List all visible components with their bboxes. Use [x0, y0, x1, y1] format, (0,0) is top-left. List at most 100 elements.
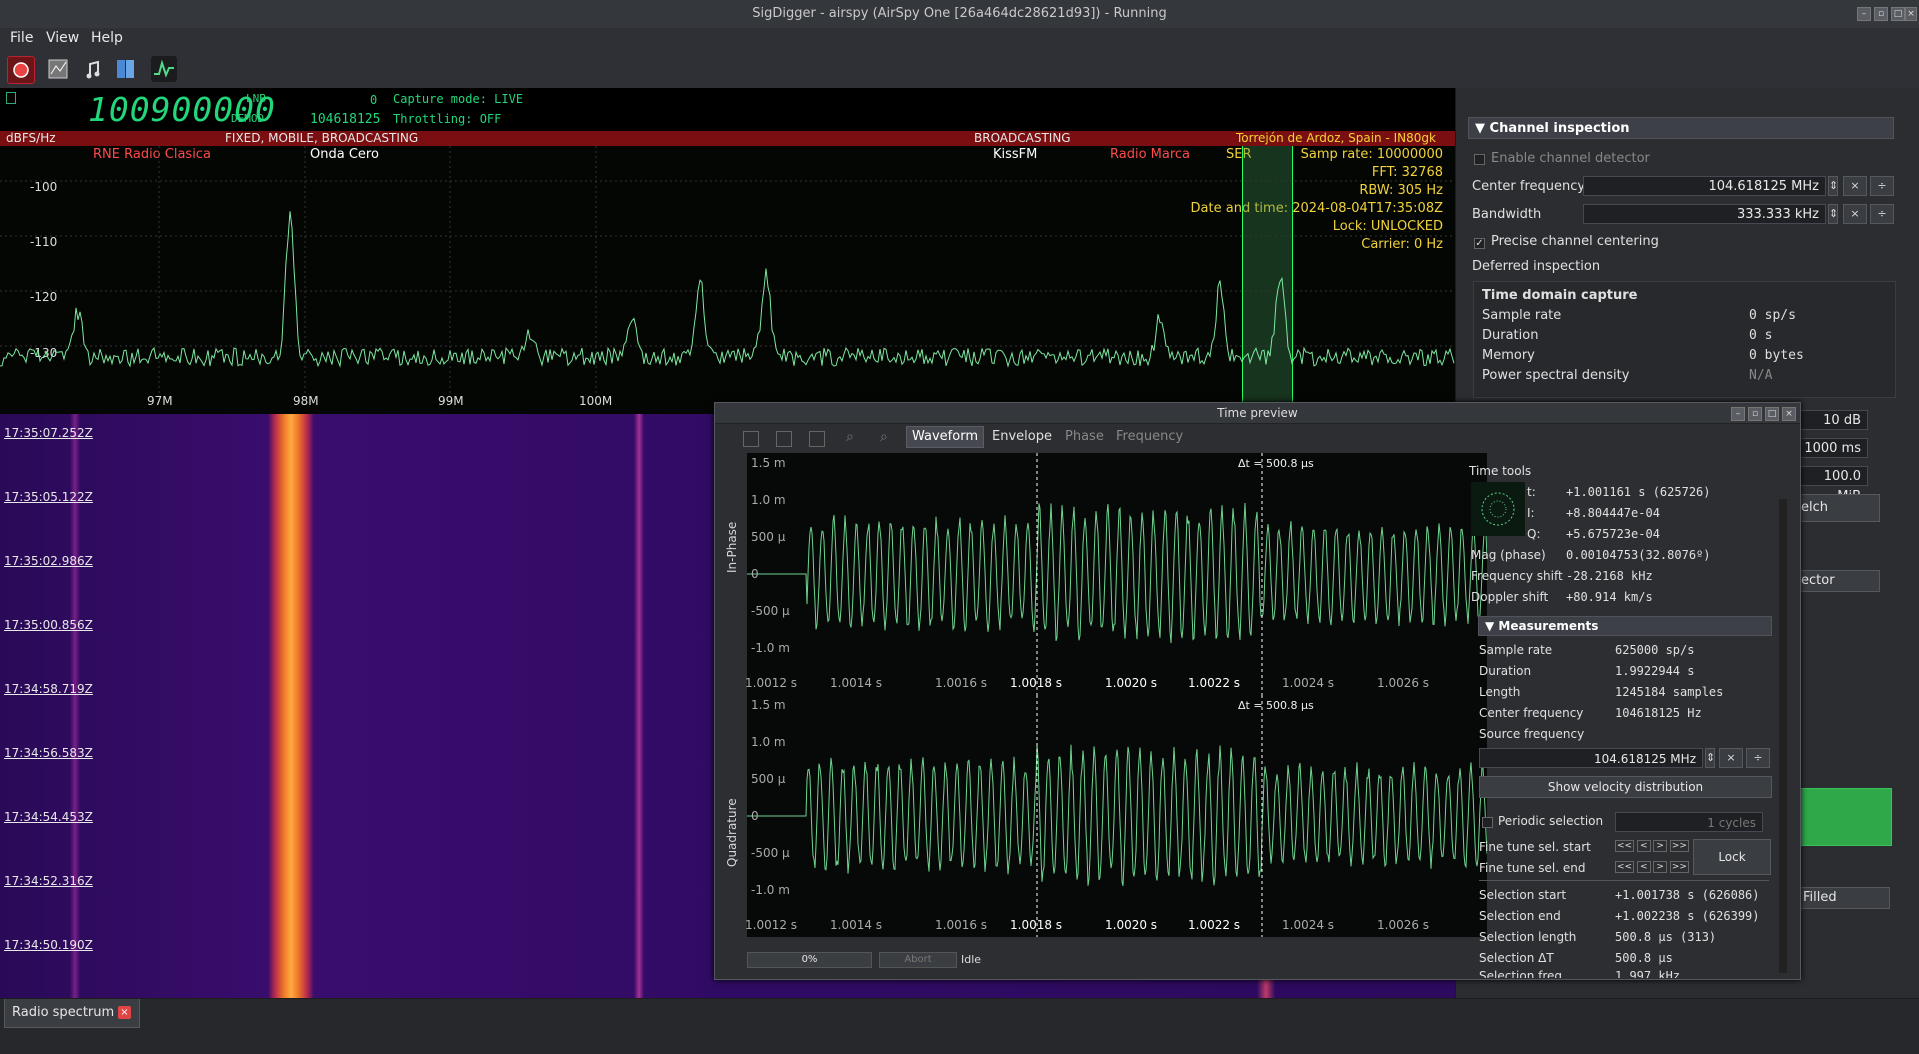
detector-select[interactable]: ector: [1796, 570, 1880, 592]
divide-button[interactable]: ÷: [1870, 204, 1894, 224]
maximize-icon[interactable]: □: [1765, 407, 1779, 421]
divide-button[interactable]: ÷: [1746, 748, 1770, 768]
tdc-row-label: Sample rate: [1482, 308, 1562, 323]
inphase-plot[interactable]: [747, 453, 1487, 695]
meas-label: Length: [1479, 685, 1521, 699]
band-label-left: FIXED, MOBILE, BROADCASTING: [225, 131, 419, 145]
record-button[interactable]: [7, 56, 35, 84]
zoom-out-icon[interactable]: ⌕: [880, 429, 888, 445]
meas-label: Duration: [1479, 664, 1532, 678]
restore-icon[interactable]: ▫: [1748, 407, 1762, 421]
lnb-value[interactable]: 0: [370, 93, 377, 107]
divide-button[interactable]: ÷: [1870, 176, 1894, 196]
t-label: t:: [1527, 485, 1536, 499]
restore-icon[interactable]: ▫: [1874, 7, 1888, 21]
tab-radio-spectrum[interactable]: Radio spectrum ×: [4, 999, 140, 1028]
tab-phase[interactable]: Phase: [1065, 429, 1104, 444]
source-frequency-input[interactable]: 104.618125 MHz: [1479, 748, 1703, 768]
close-icon[interactable]: ×: [118, 1006, 131, 1019]
window-titlebar: SigDigger - airspy (AirSpy One [26a464dc…: [0, 0, 1919, 29]
clear-button[interactable]: ×: [1843, 176, 1867, 196]
clear-button[interactable]: ×: [1843, 204, 1867, 224]
squelch-db-input[interactable]: 10 dB: [1796, 410, 1868, 430]
clear-button[interactable]: ×: [1719, 748, 1743, 768]
spin-arrows-icon[interactable]: ⇕: [1828, 176, 1838, 196]
demod-value[interactable]: 104618125: [310, 112, 380, 127]
minimize-icon[interactable]: –: [1857, 7, 1871, 21]
spin-arrows-icon[interactable]: ⇕: [1705, 748, 1715, 768]
quadrature-axis-label: Quadrature: [725, 798, 739, 867]
book-icon: [117, 60, 134, 78]
panoramic-button[interactable]: [46, 56, 72, 82]
quadrature-plot[interactable]: [747, 695, 1487, 937]
precise-centering-checkbox[interactable]: ✓: [1474, 238, 1485, 249]
waterfall-timestamp: 17:34:58.719Z: [4, 682, 93, 696]
lock-icon: [6, 92, 16, 104]
enable-detector-checkbox[interactable]: [1474, 154, 1485, 165]
menu-bar: File View Help: [0, 28, 1919, 52]
close-icon[interactable]: ×: [1782, 407, 1796, 421]
y-tick: 1.0 m: [751, 735, 786, 749]
waterfall-timestamp: 17:34:54.453Z: [4, 810, 93, 824]
menu-help[interactable]: Help: [91, 30, 123, 46]
tdc-row-label: Memory: [1482, 348, 1535, 363]
meas-value: 1245184 samples: [1615, 685, 1724, 699]
zoom-selection-icon[interactable]: [743, 431, 759, 447]
scrollbar[interactable]: [1779, 499, 1787, 973]
x-tick: 1.0014 s: [830, 918, 883, 932]
waterfall-timestamp: 17:34:50.190Z: [4, 938, 93, 952]
spin-arrows-icon[interactable]: ⇕: [1828, 204, 1838, 224]
signal-indicator: [1796, 788, 1892, 846]
memory-limit-input[interactable]: 100.0 MiB: [1796, 466, 1868, 504]
zoom-fit-icon[interactable]: [776, 431, 792, 447]
tab-envelope[interactable]: Envelope: [992, 429, 1052, 444]
status-text: Idle: [961, 953, 982, 966]
center-frequency-label: Center frequency: [1472, 179, 1586, 194]
meas-label: Center frequency: [1479, 706, 1584, 720]
i-value: +8.804447e-04: [1566, 506, 1660, 520]
minimize-icon[interactable]: –: [1731, 407, 1745, 421]
menu-view[interactable]: View: [46, 30, 79, 46]
x-tick: 1.0022 s: [1188, 676, 1241, 690]
maximize-icon[interactable]: □: [1891, 7, 1905, 21]
tab-waveform[interactable]: Waveform: [906, 426, 984, 448]
timeout-ms-input[interactable]: 1000 ms: [1796, 438, 1868, 458]
fine-tune-start-label: Fine tune sel. start: [1479, 840, 1591, 854]
audio-button[interactable]: [82, 56, 108, 82]
spectrum-panel[interactable]: 100900000 LNB 0 DEMOD 104618125 Capture …: [0, 88, 1455, 414]
bottom-tab-bar: Radio spectrum ×: [0, 998, 1919, 1054]
settings-icon[interactable]: [809, 431, 825, 447]
y-tick: -1.0 m: [751, 883, 790, 897]
tdc-row-value: 0 sp/s: [1749, 308, 1796, 323]
x-tick: 1.0012 s: [745, 676, 798, 690]
i-label: I:: [1527, 506, 1535, 520]
bandwidth-input[interactable]: 333.333 kHz: [1583, 204, 1826, 224]
inphase-axis-label: In-Phase: [725, 521, 739, 573]
velocity-distribution-button[interactable]: Show velocity distribution: [1479, 776, 1772, 798]
fine-tune-end-label: Fine tune sel. end: [1479, 861, 1586, 875]
abort-button[interactable]: Abort: [879, 952, 957, 968]
filled-button[interactable]: Filled: [1796, 887, 1890, 909]
time-series-button[interactable]: [151, 56, 177, 82]
frequency-shift-value: -28.2168 kHz: [1566, 569, 1653, 583]
channel-inspection-header[interactable]: ▼ Channel inspection: [1468, 117, 1894, 139]
measurements-header[interactable]: ▼ Measurements: [1478, 616, 1772, 636]
close-icon[interactable]: ×: [1905, 7, 1917, 21]
music-note-icon: [86, 60, 100, 79]
selection-value: 1.997 kHz: [1615, 969, 1681, 978]
zoom-in-icon[interactable]: ⌕: [846, 429, 854, 445]
x-tick: 1.0024 s: [1282, 676, 1335, 690]
lock-button[interactable]: Lock: [1693, 839, 1771, 875]
periodic-selection-checkbox[interactable]: [1482, 817, 1493, 828]
bookmarks-button[interactable]: [113, 56, 139, 82]
fine-tune-start-buttons[interactable]: << < > >>: [1615, 840, 1689, 852]
x-tick: 1.0022 s: [1188, 918, 1241, 932]
squelch-button[interactable]: elch: [1796, 494, 1880, 522]
fine-tune-end-buttons[interactable]: << < > >>: [1615, 861, 1689, 873]
center-frequency-input[interactable]: 104.618125 MHz: [1583, 176, 1826, 196]
tab-frequency[interactable]: Frequency: [1116, 429, 1183, 444]
cycles-input[interactable]: 1 cycles: [1615, 812, 1763, 832]
menu-file[interactable]: File: [10, 30, 33, 46]
y-tick: -500 µ: [751, 846, 790, 860]
bandwidth-label: Bandwidth: [1472, 207, 1542, 222]
